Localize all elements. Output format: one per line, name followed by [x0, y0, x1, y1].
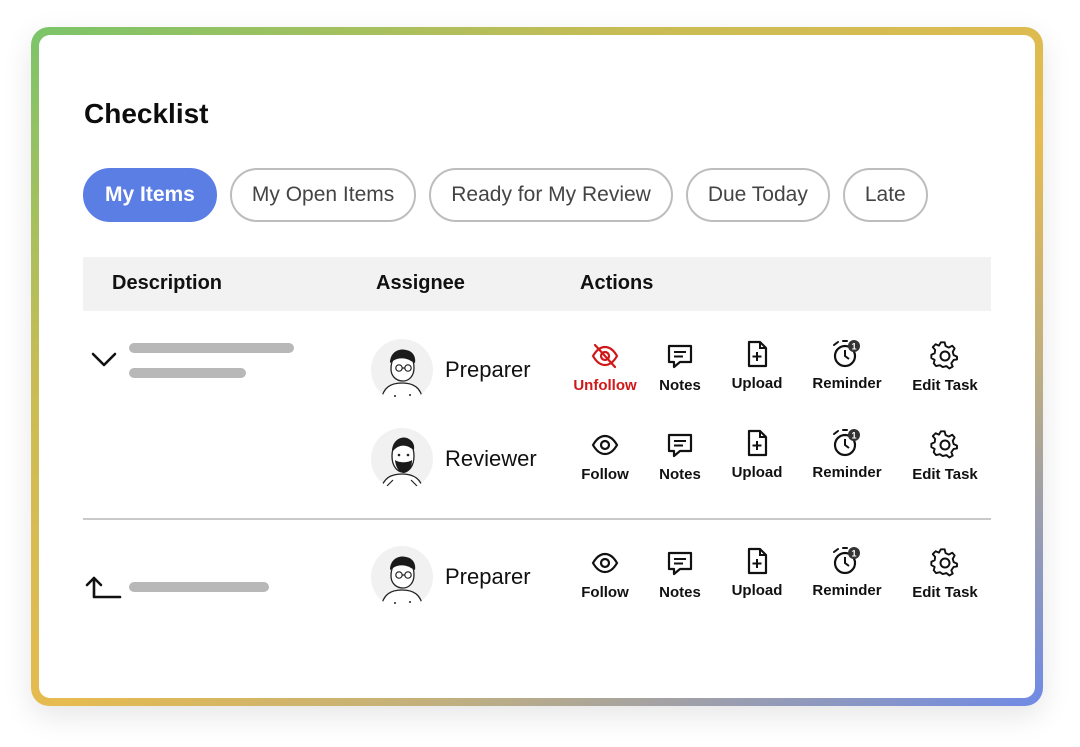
- upload-button[interactable]: Upload: [712, 428, 802, 481]
- notes-icon: [667, 344, 693, 369]
- tab-my-items[interactable]: My Items: [83, 168, 217, 222]
- assignee-preparer: Preparer: [371, 546, 531, 608]
- notes-icon: [667, 433, 693, 458]
- filter-tabs: My Items My Open Items Ready for My Revi…: [83, 168, 928, 222]
- tab-ready-for-my-review[interactable]: Ready for My Review: [429, 168, 673, 222]
- alarm-clock-icon: 1: [833, 340, 860, 368]
- table-header: Description Assignee Actions: [83, 257, 991, 311]
- assignee-preparer: Preparer: [371, 339, 531, 401]
- assignee-role-label: Preparer: [445, 564, 531, 589]
- reminder-button[interactable]: 1 Reminder: [802, 339, 892, 392]
- subtask-arrow-icon[interactable]: [84, 574, 124, 602]
- column-header-description: Description: [112, 272, 223, 294]
- alarm-clock-icon: 1: [833, 429, 860, 457]
- tab-late[interactable]: Late: [842, 168, 928, 222]
- gear-icon: [930, 548, 958, 577]
- edit-task-button[interactable]: Edit Task: [900, 548, 990, 601]
- reminder-count-badge: 1: [851, 549, 856, 559]
- tab-my-open-items[interactable]: My Open Items: [229, 168, 417, 222]
- tab-due-today[interactable]: Due Today: [685, 168, 830, 222]
- description-placeholder-line: [129, 343, 294, 353]
- edit-task-button[interactable]: Edit Task: [900, 341, 990, 394]
- file-upload-icon: [747, 547, 768, 575]
- edit-task-button[interactable]: Edit Task: [900, 430, 990, 483]
- eye-icon: [591, 434, 619, 456]
- file-upload-icon: [747, 340, 768, 368]
- assignee-role-label: Reviewer: [445, 446, 537, 471]
- column-header-actions: Actions: [580, 272, 654, 294]
- person-glasses-avatar-icon: [371, 546, 433, 608]
- reminder-button[interactable]: 1 Reminder: [802, 546, 892, 599]
- upload-button[interactable]: Upload: [712, 339, 802, 392]
- assignee-role-label: Preparer: [445, 357, 531, 382]
- reminder-count-badge: 1: [851, 342, 856, 352]
- column-header-assignee: Assignee: [376, 272, 465, 294]
- person-glasses-avatar-icon: [371, 339, 433, 401]
- page-title: Checklist: [84, 98, 209, 129]
- reminder-button[interactable]: 1 Reminder: [802, 428, 892, 481]
- row-divider: [83, 518, 991, 520]
- notes-icon: [667, 551, 693, 576]
- gear-icon: [930, 430, 958, 459]
- chevron-down-icon[interactable]: [90, 350, 120, 370]
- eye-off-icon: [591, 343, 619, 369]
- file-upload-icon: [747, 429, 768, 457]
- description-placeholder-line: [129, 582, 269, 592]
- eye-icon: [591, 552, 619, 574]
- gear-icon: [930, 341, 958, 370]
- assignee-reviewer: Reviewer: [371, 428, 537, 490]
- person-beard-avatar-icon: [371, 428, 433, 490]
- alarm-clock-icon: 1: [833, 547, 860, 575]
- description-placeholder-line: [129, 368, 246, 378]
- upload-button[interactable]: Upload: [712, 546, 802, 599]
- reminder-count-badge: 1: [851, 431, 856, 441]
